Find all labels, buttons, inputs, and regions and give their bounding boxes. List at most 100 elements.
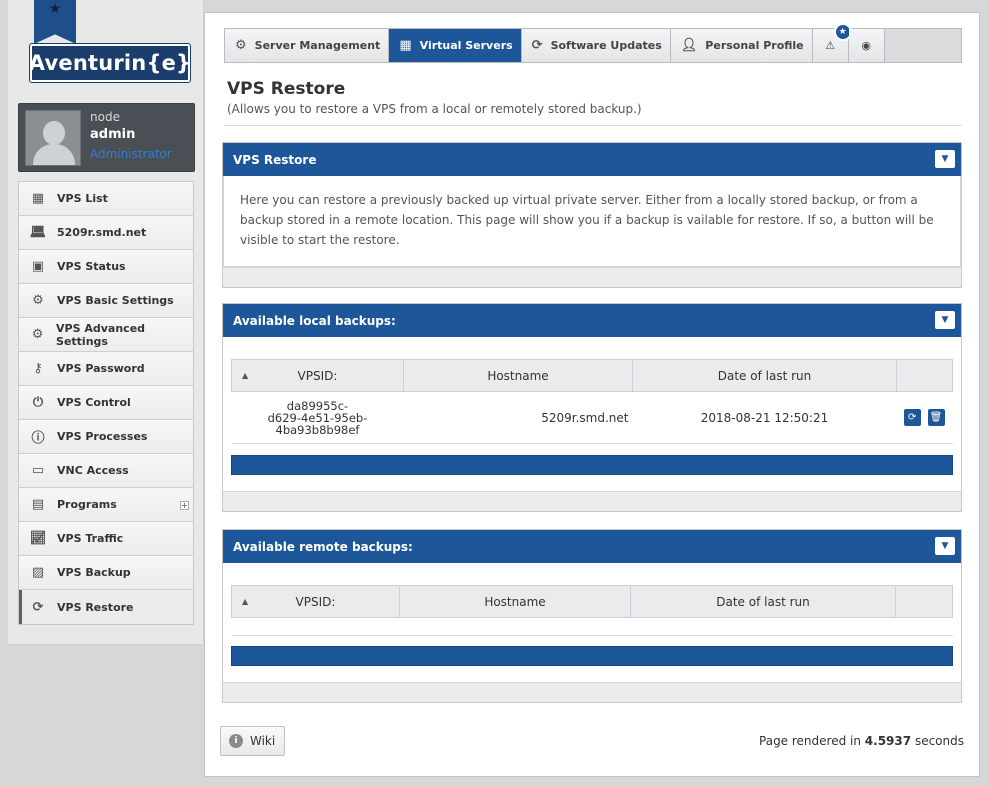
page-subtitle: (Allows you to restore a VPS from a loca… [227,102,642,116]
title-divider [224,125,962,126]
avatar [25,110,81,166]
sidebar-item-vnc-access[interactable]: ▭ VNC Access [19,454,193,488]
sidebar-item-host[interactable]: 💻︎ 5209r.smd.net [19,216,193,250]
sidebar-item-label: VNC Access [57,464,129,477]
remote-backups-table: ▲ VPSID: Hostname Date of last run [231,585,953,636]
tab-label: Virtual Servers [419,39,513,52]
wiki-label: Wiki [250,734,276,748]
chip-icon: ▤ [31,497,45,512]
sidebar-item-label: VPS Advanced Settings [56,321,146,348]
sidebar-item-label: VPS Processes [57,430,148,443]
help-button[interactable]: ◉ [848,29,885,62]
user-node-label: node [90,110,120,124]
sidebar-item-label: VPS Status [57,260,126,273]
top-navigation: ⚙ Server Management ▦ Virtual Servers ⟳ … [224,23,962,63]
render-suffix: seconds [914,734,964,748]
panel-footer [223,491,961,511]
user-name: admin [90,127,136,142]
info-icon: i [229,734,243,748]
chevron-down-icon[interactable]: ▼ [935,537,955,555]
panel-title: Available remote backups: [233,539,413,554]
sidebar-nav: ▦ VPS List 💻︎ 5209r.smd.net ▣ VPS Status… [18,181,194,625]
column-header-date[interactable]: Date of last run [630,585,896,618]
monitor-icon: ▭ [31,463,45,478]
info-icon: ⓘ [31,431,45,446]
panel-footer [223,682,961,702]
backup-icon: ▨ [31,565,45,580]
sidebar-item-label: 5209r.smd.net [57,226,147,239]
panel-title: VPS Restore [233,152,317,167]
sidebar-item-label: Programs [57,498,117,511]
column-header-vpsid[interactable]: ▲ VPSID: [231,585,400,618]
alerts-button[interactable]: ⚠ ★ [812,23,852,62]
sidebar-item-vps-processes[interactable]: ⓘ VPS Processes [19,420,193,454]
sidebar-item-vps-list[interactable]: ▦ VPS List [19,182,193,216]
table-row: da89955c- d629-4e51-95eb- 4ba93b8b98ef 5… [231,391,953,444]
delete-button[interactable]: 🗑︎ [927,409,945,426]
gear-icon: ⚙ [235,38,247,53]
column-header-date[interactable]: Date of last run [632,359,897,392]
chart-icon: 📈︎ [29,531,47,546]
grid-icon: ▦ [399,38,412,53]
sidebar-item-vps-backup[interactable]: ▨ VPS Backup [19,556,193,590]
tab-personal-profile[interactable]: 👤︎ Personal Profile [670,29,813,62]
render-time: 4.5937 [864,734,912,748]
topnav-spacer [884,29,961,62]
wiki-button[interactable]: i Wiki [220,726,285,756]
sidebar-item-label: VPS Password [57,362,145,375]
tab-label: Server Management [254,39,381,52]
table-footer-bar [231,646,953,666]
column-header-hostname[interactable]: Hostname [399,585,631,618]
sidebar-item-vps-advanced-settings[interactable]: ⚙ VPS Advanced Settings [19,318,193,352]
tab-label: Personal Profile [705,39,804,52]
sidebar-item-vps-status[interactable]: ▣ VPS Status [19,250,193,284]
sidebar-item-programs[interactable]: ▤ Programs + [19,488,193,522]
column-header-actions [896,359,953,392]
tab-software-updates[interactable]: ⟳ Software Updates [521,29,671,62]
restore-button[interactable]: ⟳ [903,409,921,426]
sort-up-icon: ▲ [242,597,249,606]
list-icon: ▦ [31,191,45,206]
main-content: ⚙ Server Management ▦ Virtual Servers ⟳ … [204,12,980,777]
table-wrapper: ▲ VPSID: Hostname Date of last run da899… [223,337,961,491]
gears-icon: ⚙ [31,327,44,342]
column-label: VPSID: [297,368,338,383]
column-header-vpsid[interactable]: ▲ VPSID: [231,359,404,392]
chevron-down-icon[interactable]: ▼ [935,150,955,168]
panel-header: VPS Restore ▼ [223,143,961,176]
remote-backups-panel: Available remote backups: ▼ ▲ VPSID: Hos… [222,529,962,703]
sidebar-item-vps-password[interactable]: ⚷ VPS Password [19,352,193,386]
refresh-icon: ⟳ [32,599,44,615]
page-title: VPS Restore [227,79,346,99]
column-label: VPSID: [295,594,336,609]
local-backups-table: ▲ VPSID: Hostname Date of last run da899… [231,359,953,444]
table-row-empty [231,617,953,636]
sidebar-item-vps-traffic[interactable]: 📈︎ VPS Traffic [19,522,193,556]
tab-label: Software Updates [550,39,662,52]
toolbox-icon: ▣ [31,259,45,274]
laptop-icon: 💻︎ [29,225,47,240]
sidebar-item-vps-control[interactable]: ⏻ VPS Control [19,386,193,420]
tab-virtual-servers[interactable]: ▦ Virtual Servers [389,29,522,62]
actions-cell: ⟳ 🗑︎ [896,391,953,444]
tab-server-management[interactable]: ⚙ Server Management [225,29,390,62]
chevron-down-icon[interactable]: ▼ [935,311,955,329]
sort-up-icon: ▲ [242,371,249,380]
brand-logo[interactable]: Aventurin{e} [29,43,191,83]
user-role-link[interactable]: Administrator [90,147,172,161]
refresh-icon: ⟳ [531,38,543,53]
panel-header: Available remote backups: ▼ [223,530,961,563]
sidebar-item-label: VPS Backup [57,566,131,579]
sidebar-item-vps-basic-settings[interactable]: ⚙ VPS Basic Settings [19,284,193,318]
refresh-icon: ⟳ [907,412,917,423]
expand-icon[interactable]: + [180,501,189,510]
local-backups-panel: Available local backups: ▼ ▲ VPSID: Host… [222,303,962,512]
warning-icon: ⚠ [825,39,836,52]
vpsid-line: da89955c- [286,398,349,413]
panel-footer [223,267,961,287]
sidebar-item-vps-restore[interactable]: ⟳ VPS Restore [19,590,193,624]
user-card: node admin Administrator [18,103,195,172]
sidebar-item-label: VPS List [57,192,108,205]
panel-header: Available local backups: ▼ [223,304,961,337]
column-header-hostname[interactable]: Hostname [403,359,633,392]
